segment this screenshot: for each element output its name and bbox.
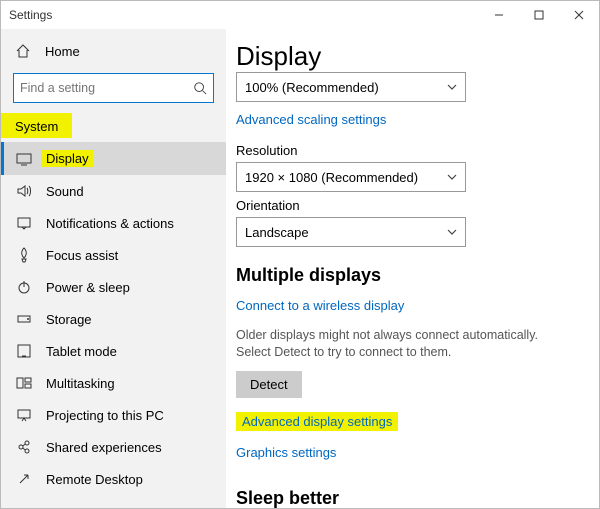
- nav-item-notifications[interactable]: Notifications & actions: [1, 207, 226, 239]
- multiple-displays-desc: Older displays might not always connect …: [236, 327, 556, 361]
- chevron-down-icon: [447, 225, 457, 240]
- nav-label: Focus assist: [46, 248, 118, 263]
- nav-item-shared-experiences[interactable]: Shared experiences: [1, 431, 226, 463]
- home-icon: [15, 43, 31, 59]
- scale-select[interactable]: 100% (Recommended): [236, 72, 466, 102]
- nav-label: Notifications & actions: [46, 216, 174, 231]
- focus-assist-icon: [16, 247, 32, 263]
- nav-label: Multitasking: [46, 376, 115, 391]
- search-input[interactable]: [13, 73, 214, 103]
- nav-label: Storage: [46, 312, 92, 327]
- search-field[interactable]: [20, 81, 193, 95]
- nav-label: Power & sleep: [46, 280, 130, 295]
- graphics-settings-link[interactable]: Graphics settings: [236, 445, 336, 460]
- maximize-button[interactable]: [519, 1, 559, 29]
- detect-button[interactable]: Detect: [236, 371, 302, 398]
- multitasking-icon: [16, 375, 32, 391]
- orientation-value: Landscape: [245, 225, 309, 240]
- close-button[interactable]: [559, 1, 599, 29]
- remote-icon: [16, 471, 32, 487]
- chevron-down-icon: [447, 170, 457, 185]
- resolution-value: 1920 × 1080 (Recommended): [245, 170, 418, 185]
- settings-window: Settings Home System Display: [0, 0, 600, 509]
- scale-value: 100% (Recommended): [245, 80, 379, 95]
- advanced-display-settings-link[interactable]: Advanced display settings: [236, 412, 398, 431]
- storage-icon: [16, 311, 32, 327]
- content-pane[interactable]: Display 100% (Recommended) Advanced scal…: [226, 29, 599, 508]
- projecting-icon: [16, 407, 32, 423]
- display-icon: [16, 151, 32, 167]
- nav-label: Remote Desktop: [46, 472, 143, 487]
- page-title: Display: [236, 41, 589, 72]
- nav-label: Shared experiences: [46, 440, 162, 455]
- nav-list: Display Sound Notifications & actions Fo…: [1, 142, 226, 495]
- nav-item-display[interactable]: Display: [1, 142, 226, 175]
- nav-label: Projecting to this PC: [46, 408, 164, 423]
- nav-label: Sound: [46, 184, 84, 199]
- nav-item-remote-desktop[interactable]: Remote Desktop: [1, 463, 226, 495]
- nav-item-multitasking[interactable]: Multitasking: [1, 367, 226, 399]
- sound-icon: [16, 183, 32, 199]
- window-title: Settings: [9, 8, 52, 22]
- orientation-select[interactable]: Landscape: [236, 217, 466, 247]
- resolution-label: Resolution: [236, 143, 589, 158]
- nav-label: Display: [42, 150, 93, 167]
- multiple-displays-heading: Multiple displays: [236, 265, 589, 286]
- chevron-down-icon: [447, 80, 457, 95]
- search-icon: [193, 80, 207, 96]
- resolution-select[interactable]: 1920 × 1080 (Recommended): [236, 162, 466, 192]
- wireless-display-link[interactable]: Connect to a wireless display: [236, 298, 404, 313]
- notifications-icon: [16, 215, 32, 231]
- shared-icon: [16, 439, 32, 455]
- minimize-button[interactable]: [479, 1, 519, 29]
- advanced-scaling-link[interactable]: Advanced scaling settings: [236, 112, 386, 127]
- sidebar: Home System Display Sound: [1, 29, 226, 508]
- nav-item-storage[interactable]: Storage: [1, 303, 226, 335]
- sleep-better-heading: Sleep better: [236, 488, 589, 508]
- tablet-icon: [16, 343, 32, 359]
- home-button[interactable]: Home: [1, 35, 226, 67]
- nav-label: Tablet mode: [46, 344, 117, 359]
- power-icon: [16, 279, 32, 295]
- home-label: Home: [45, 44, 80, 59]
- category-system: System: [1, 113, 72, 138]
- orientation-label: Orientation: [236, 198, 589, 213]
- nav-item-sound[interactable]: Sound: [1, 175, 226, 207]
- nav-item-power-sleep[interactable]: Power & sleep: [1, 271, 226, 303]
- title-bar: Settings: [1, 1, 599, 29]
- nav-item-tablet-mode[interactable]: Tablet mode: [1, 335, 226, 367]
- nav-item-focus-assist[interactable]: Focus assist: [1, 239, 226, 271]
- nav-item-projecting[interactable]: Projecting to this PC: [1, 399, 226, 431]
